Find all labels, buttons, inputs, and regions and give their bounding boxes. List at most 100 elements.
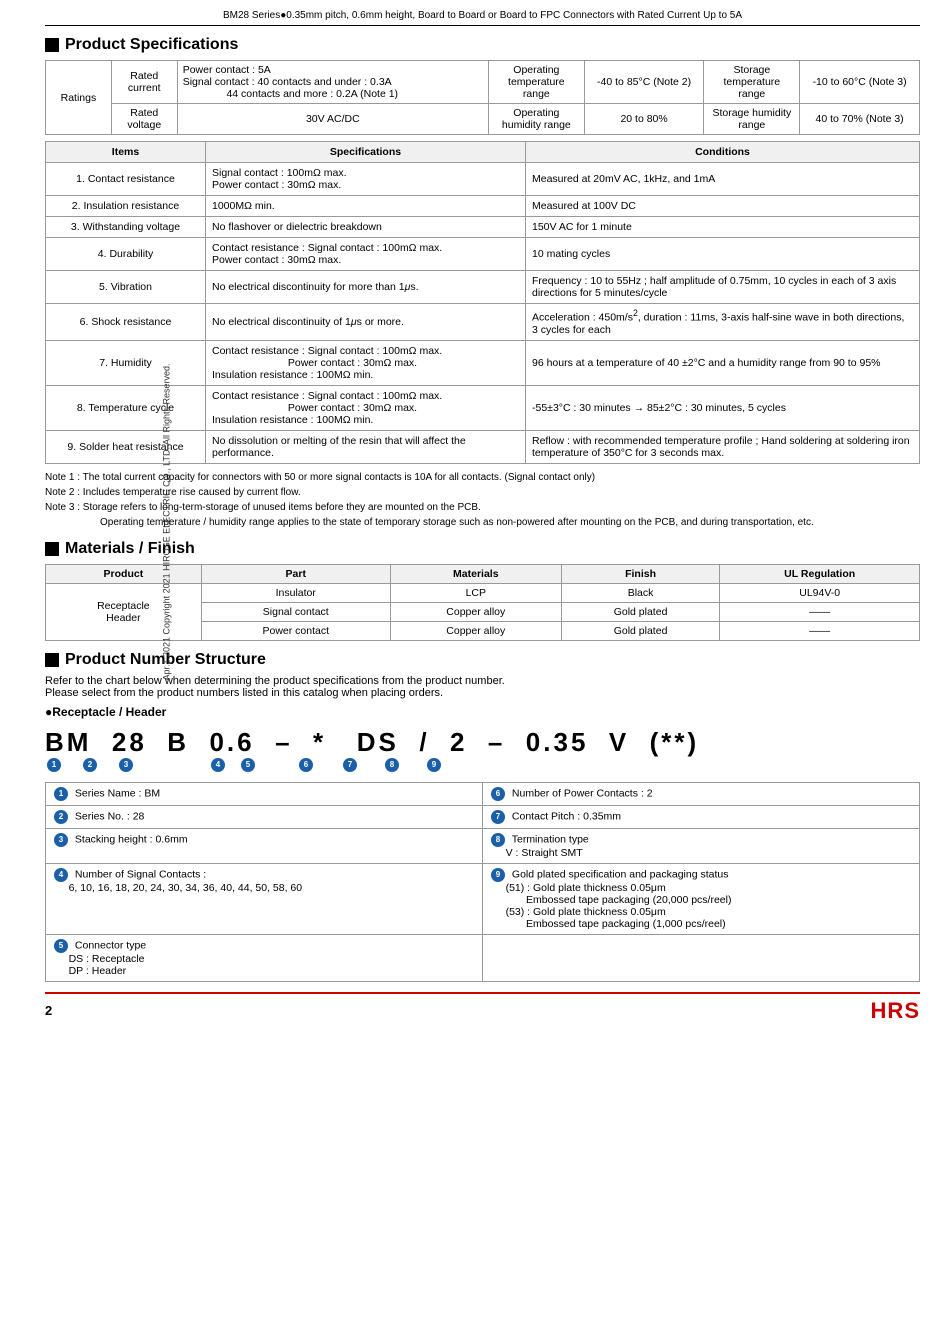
- spec-withstanding: No flashover or dielectric breakdown: [206, 217, 526, 238]
- spec-humidity: Contact resistance : Signal contact : 10…: [206, 340, 526, 385]
- note-1: Note 1 : The total current capacity for …: [45, 470, 920, 485]
- item-vibration: 5. Vibration: [46, 271, 206, 304]
- materials-title: Materials / Finish: [45, 540, 920, 558]
- pn-exp-6: 6 Number of Power Contacts : 2: [483, 782, 920, 805]
- item-durability: 4. Durability: [46, 238, 206, 271]
- exp-label-1: Series Name : BM: [75, 787, 160, 799]
- mat-material-copper-signal: Copper alloy: [390, 602, 561, 621]
- op-temp-range-label: Operating temperature range: [488, 61, 584, 104]
- exp-label-3: Stacking height : 0.6mm: [75, 833, 188, 845]
- item-solder-heat: 9. Solder heat resistance: [46, 430, 206, 463]
- storage-humidity-label: Storage humidity range: [704, 104, 800, 135]
- table-row: 1. Contact resistance Signal contact : 1…: [46, 163, 920, 196]
- exp-circle-2: 2: [54, 810, 68, 824]
- exp-circle-7: 7: [491, 810, 505, 824]
- table-row: 4 Number of Signal Contacts : 6, 10, 16,…: [46, 863, 920, 934]
- circle-1: 1: [47, 758, 61, 772]
- cond-withstanding: 150V AC for 1 minute: [526, 217, 920, 238]
- exp-circle-1: 1: [54, 787, 68, 801]
- mat-col-ul: UL Regulation: [720, 564, 920, 583]
- bottom-bar: 2 HRS: [45, 992, 920, 1024]
- op-temp-range-value: -40 to 85°C (Note 2): [584, 61, 704, 104]
- exp-label-2: Series No. : 28: [75, 810, 144, 822]
- rated-voltage-value: 30V AC/DC: [177, 104, 488, 135]
- mat-product-cell: ReceptacleHeader: [46, 583, 202, 640]
- circle-3: 3: [119, 758, 133, 772]
- table-row: 5 Connector type DS : Receptacle DP : He…: [46, 934, 920, 981]
- mat-material-copper-power: Copper alloy: [390, 621, 561, 640]
- exp-circle-5: 5: [54, 939, 68, 953]
- circle-2: 2: [83, 758, 97, 772]
- table-row: 2. Insulation resistance 1000MΩ min. Mea…: [46, 196, 920, 217]
- cond-contact-resistance: Measured at 20mV AC, 1kHz, and 1mA: [526, 163, 920, 196]
- op-humidity-label: Operating humidity range: [488, 104, 584, 135]
- pn-exp-1: 1 Series Name : BM: [46, 782, 483, 805]
- mat-part-power: Power contact: [201, 621, 390, 640]
- section-square-icon: [45, 38, 59, 52]
- circle-5: 5: [241, 758, 255, 772]
- table-row: 9. Solder heat resistance No dissolution…: [46, 430, 920, 463]
- spec-shock: No electrical discontinuity of 1μs or mo…: [206, 304, 526, 341]
- pn-exp-2: 2 Series No. : 28: [46, 805, 483, 828]
- spec-solder-heat: No dissolution or melting of the resin t…: [206, 430, 526, 463]
- col-header-items: Items: [46, 142, 206, 163]
- mat-finish-gold-power: Gold plated: [561, 621, 720, 640]
- circle-6: 6: [299, 758, 313, 772]
- storage-temp-label: Storage temperature range: [704, 61, 800, 104]
- op-humidity-value: 20 to 80%: [584, 104, 704, 135]
- pn-display: BM 28 B 0.6 – * DS / 2 – 0.35 V (**): [45, 727, 920, 758]
- exp-label-6: Number of Power Contacts : 2: [512, 787, 653, 799]
- table-row: ReceptacleHeader Insulator LCP Black UL9…: [46, 583, 920, 602]
- rated-voltage-label: Rated voltage: [111, 104, 177, 135]
- hrs-logo: HRS: [871, 998, 920, 1024]
- section-square-icon-3: [45, 653, 59, 667]
- page-number: 2: [45, 1003, 52, 1018]
- pn-circles-row: 1 2 3 4 5 6 7 8 9: [45, 758, 920, 772]
- exp-circle-4: 4: [54, 868, 68, 882]
- table-row: 2 Series No. : 28 7 Contact Pitch : 0.35…: [46, 805, 920, 828]
- pn-structure-title: Product Number Structure: [45, 651, 920, 669]
- spec-vibration: No electrical discontinuity for more tha…: [206, 271, 526, 304]
- table-row: 3 Stacking height : 0.6mm 8 Termination …: [46, 828, 920, 863]
- table-row: 3. Withstanding voltage No flashover or …: [46, 217, 920, 238]
- pn-exp-3: 3 Stacking height : 0.6mm: [46, 828, 483, 863]
- pn-exp-9: 9 Gold plated specification and packagin…: [483, 863, 920, 934]
- materials-label: Materials / Finish: [65, 540, 195, 558]
- side-copyright-text: Apr.1.2021 Copyright 2021 HIROSE ELECTRI…: [161, 363, 171, 680]
- pn-intro-2: Please select from the product numbers l…: [45, 687, 920, 699]
- item-humidity: 7. Humidity: [46, 340, 206, 385]
- pn-exp-8: 8 Termination type V : Straight SMT: [483, 828, 920, 863]
- spec-durability: Contact resistance : Signal contact : 10…: [206, 238, 526, 271]
- item-temp-cycle: 8. Temperature cycle: [46, 385, 206, 430]
- ratings-table: Ratings Rated current Power contact : 5A…: [45, 60, 920, 135]
- cond-shock: Acceleration : 450m/s2, duration : 11ms,…: [526, 304, 920, 341]
- circle-7: 7: [343, 758, 357, 772]
- mat-part-signal: Signal contact: [201, 602, 390, 621]
- materials-table: Product Part Materials Finish UL Regulat…: [45, 564, 920, 641]
- cond-humidity: 96 hours at a temperature of 40 ±2°C and…: [526, 340, 920, 385]
- cond-solder-heat: Reflow : with recommended temperature pr…: [526, 430, 920, 463]
- page-header: BM28 Series●0.35mm pitch, 0.6mm height, …: [45, 10, 920, 26]
- note-3-cont: Operating temperature / humidity range a…: [45, 515, 920, 530]
- item-contact-resistance: 1. Contact resistance: [46, 163, 206, 196]
- product-specs-label: Product Specifications: [65, 36, 238, 54]
- pn-exp-empty: [483, 934, 920, 981]
- cond-temp-cycle: -55±3°C : 30 minutes → 85±2°C : 30 minut…: [526, 385, 920, 430]
- mat-col-part: Part: [201, 564, 390, 583]
- storage-humidity-value: 40 to 70% (Note 3): [800, 104, 920, 135]
- table-row: 7. Humidity Contact resistance : Signal …: [46, 340, 920, 385]
- circle-9: 9: [427, 758, 441, 772]
- cond-vibration: Frequency : 10 to 55Hz ; half amplitude …: [526, 271, 920, 304]
- mat-col-materials: Materials: [390, 564, 561, 583]
- exp-circle-3: 3: [54, 833, 68, 847]
- cond-insulation: Measured at 100V DC: [526, 196, 920, 217]
- cond-durability: 10 mating cycles: [526, 238, 920, 271]
- table-row: 6. Shock resistance No electrical discon…: [46, 304, 920, 341]
- exp-label-7: Contact Pitch : 0.35mm: [512, 810, 621, 822]
- table-row: 8. Temperature cycle Contact resistance …: [46, 385, 920, 430]
- main-spec-table: Items Specifications Conditions 1. Conta…: [45, 141, 920, 464]
- table-row: 5. Vibration No electrical discontinuity…: [46, 271, 920, 304]
- pn-explanation-table: 1 Series Name : BM 6 Number of Power Con…: [45, 782, 920, 982]
- pn-exp-4: 4 Number of Signal Contacts : 6, 10, 16,…: [46, 863, 483, 934]
- rated-current-value: Power contact : 5A Signal contact : 40 c…: [177, 61, 488, 104]
